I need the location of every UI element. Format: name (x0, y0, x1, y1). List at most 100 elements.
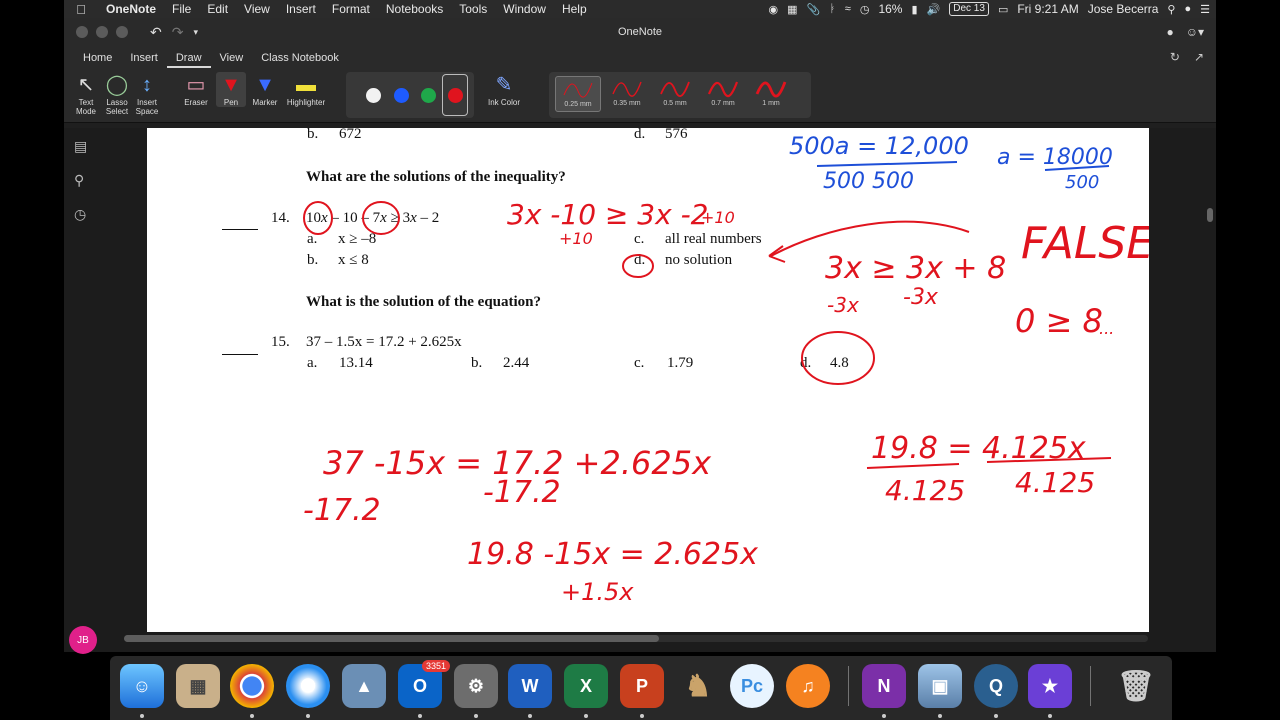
draw-ribbon: ↖ Text Mode ◯ Lasso Select ↕ Insert Spac… (64, 68, 1216, 123)
menu-insert[interactable]: Insert (278, 2, 324, 16)
image-capture-icon[interactable]: ▣ (918, 664, 962, 708)
bluetooth-icon[interactable]: ᛓ (829, 3, 836, 15)
menu-notebooks[interactable]: Notebooks (378, 2, 451, 16)
ink-color-button[interactable]: ✎ Ink Color (484, 72, 524, 107)
imovie-icon[interactable]: ★ (1028, 664, 1072, 708)
smiley-feedback-icon[interactable]: ☺▾ (1186, 25, 1204, 39)
close-window-button[interactable] (76, 26, 88, 38)
ink-red-line: 3x ≥ 3x + 8 (825, 251, 1006, 286)
battery-icon[interactable]: ▮ (911, 3, 917, 16)
note-page[interactable]: b. 672 d. 576 What are the solutions of … (147, 128, 1149, 632)
thickness-option[interactable]: 1 mm (748, 76, 794, 112)
lasso-select-label: Lasso Select (105, 98, 129, 116)
undo-icon[interactable]: ↶ (150, 24, 162, 41)
clock[interactable]: Fri 9:21 AM (1017, 2, 1078, 16)
wifi-icon[interactable]: ≈ (845, 3, 851, 15)
chrome-icon[interactable] (230, 664, 274, 708)
menu-view[interactable]: View (236, 2, 278, 16)
eraser-button[interactable]: ▭ Eraser (178, 72, 214, 107)
notebooks-icon[interactable]: ▤ (74, 138, 87, 155)
screen-share-icon[interactable]: ▦ (787, 3, 797, 16)
running-indicator (474, 714, 478, 718)
running-indicator (994, 714, 998, 718)
time-machine-icon[interactable]: ◷ (860, 3, 870, 16)
menu-format[interactable]: Format (324, 2, 378, 16)
safari-icon[interactable]: ✪ (286, 664, 330, 708)
redo-icon[interactable]: ↷ (172, 24, 184, 41)
siri-icon[interactable]: ● (1184, 3, 1191, 15)
tab-class-notebook[interactable]: Class Notebook (252, 52, 348, 68)
powerpoint-icon[interactable]: P (620, 664, 664, 708)
text-mode-button[interactable]: ↖ Text Mode (72, 72, 100, 116)
notification-center-icon[interactable]: ☰ (1200, 3, 1210, 16)
running-indicator (528, 714, 532, 718)
customize-toolbar-icon[interactable]: ▾ (193, 24, 198, 41)
marker-button[interactable]: ▼ Marker (250, 72, 280, 107)
excel-icon[interactable]: X (564, 664, 608, 708)
lasso-select-button[interactable]: ◯ Lasso Select (102, 72, 132, 116)
ink-layer[interactable]: 500a = 12,000 500 500 a = 18000 500 3x -… (147, 128, 1149, 632)
insert-space-button[interactable]: ↕ Insert Space (132, 72, 162, 116)
finder-icon[interactable]: ☺ (120, 664, 164, 708)
thickness-option[interactable]: 0.5 mm (652, 76, 698, 112)
ink-circle (362, 201, 400, 235)
color-green-swatch[interactable] (421, 88, 436, 103)
airplay-icon[interactable]: ▭ (998, 3, 1008, 16)
recent-icon[interactable]: ◷ (74, 206, 86, 223)
onenote-icon[interactable]: N (862, 664, 906, 708)
lightbulb-icon[interactable]: ● (1166, 25, 1173, 39)
ink-red-line: -17.2 (303, 493, 381, 528)
quicktime-icon[interactable]: Q (974, 664, 1018, 708)
menu-window[interactable]: Window (495, 2, 554, 16)
paperclip-icon[interactable]: 📎 (806, 3, 820, 16)
calculator-icon[interactable]: ▦ (176, 664, 220, 708)
volume-icon[interactable]: 🔊 (927, 3, 941, 16)
trash-icon[interactable]: 🗑 (1114, 664, 1158, 708)
tab-draw[interactable]: Draw (166, 52, 211, 68)
horizontal-scroll-thumb[interactable] (124, 635, 659, 642)
tab-insert[interactable]: Insert (121, 52, 167, 68)
thickness-label: 1 mm (762, 100, 780, 107)
google-play-music-icon[interactable]: ♫ (786, 664, 830, 708)
preview-icon[interactable]: ▲ (342, 664, 386, 708)
color-white-swatch[interactable] (366, 88, 381, 103)
search-icon[interactable]: ⚲ (74, 172, 84, 189)
vertical-scroll-thumb[interactable] (1207, 208, 1213, 222)
thickness-option[interactable]: 0.25 mm (555, 76, 601, 112)
menu-edit[interactable]: Edit (199, 2, 236, 16)
squiggle-icon (707, 81, 739, 98)
menu-app-name[interactable]: OneNote (98, 2, 164, 16)
ink-red-line: 4.125 (1015, 466, 1095, 499)
tab-home[interactable]: Home (74, 52, 121, 68)
outlook-icon[interactable]: O 3351 (398, 660, 450, 708)
thickness-option[interactable]: 0.7 mm (700, 76, 746, 112)
highlighter-button[interactable]: ▬ Highlighter (282, 72, 330, 107)
zoom-window-button[interactable] (116, 26, 128, 38)
share-icon[interactable]: ↗ (1194, 50, 1204, 64)
record-icon[interactable]: ◉ (768, 3, 778, 16)
apple-icon[interactable]:  (64, 2, 98, 17)
color-red-swatch[interactable] (448, 88, 463, 103)
menu-file[interactable]: File (164, 2, 199, 16)
date-badge[interactable]: Dec 13 (949, 2, 989, 16)
chess-icon[interactable]: ♞ (676, 664, 720, 708)
avatar[interactable]: JB (69, 626, 97, 654)
menu-tools[interactable]: Tools (451, 2, 495, 16)
user-name[interactable]: Jose Becerra (1088, 2, 1159, 16)
pen-button[interactable]: ▼ Pen (216, 72, 246, 107)
battery-percent[interactable]: 16% (878, 2, 902, 16)
thickness-option[interactable]: 0.35 mm (604, 76, 650, 112)
color-blue-swatch[interactable] (394, 88, 409, 103)
spotlight-search-icon[interactable]: ⚲ (1167, 3, 1175, 16)
tab-view[interactable]: View (211, 52, 253, 68)
pc-app-icon[interactable]: Pc (730, 664, 774, 708)
dock-separator (848, 666, 849, 706)
minimize-window-button[interactable] (96, 26, 108, 38)
ink-red-line: +1.5x (561, 578, 634, 606)
dock: ☺ ▦ ✪ ▲ O 3351 ⚙ W X P ♞ Pc ♫ N ▣ Q ★ 🗑 (110, 656, 1172, 720)
word-icon[interactable]: W (508, 664, 552, 708)
sync-icon[interactable]: ↻ (1170, 50, 1180, 64)
horizontal-scrollbar[interactable] (124, 635, 1148, 642)
system-preferences-icon[interactable]: ⚙ (454, 664, 498, 708)
menu-help[interactable]: Help (554, 2, 595, 16)
